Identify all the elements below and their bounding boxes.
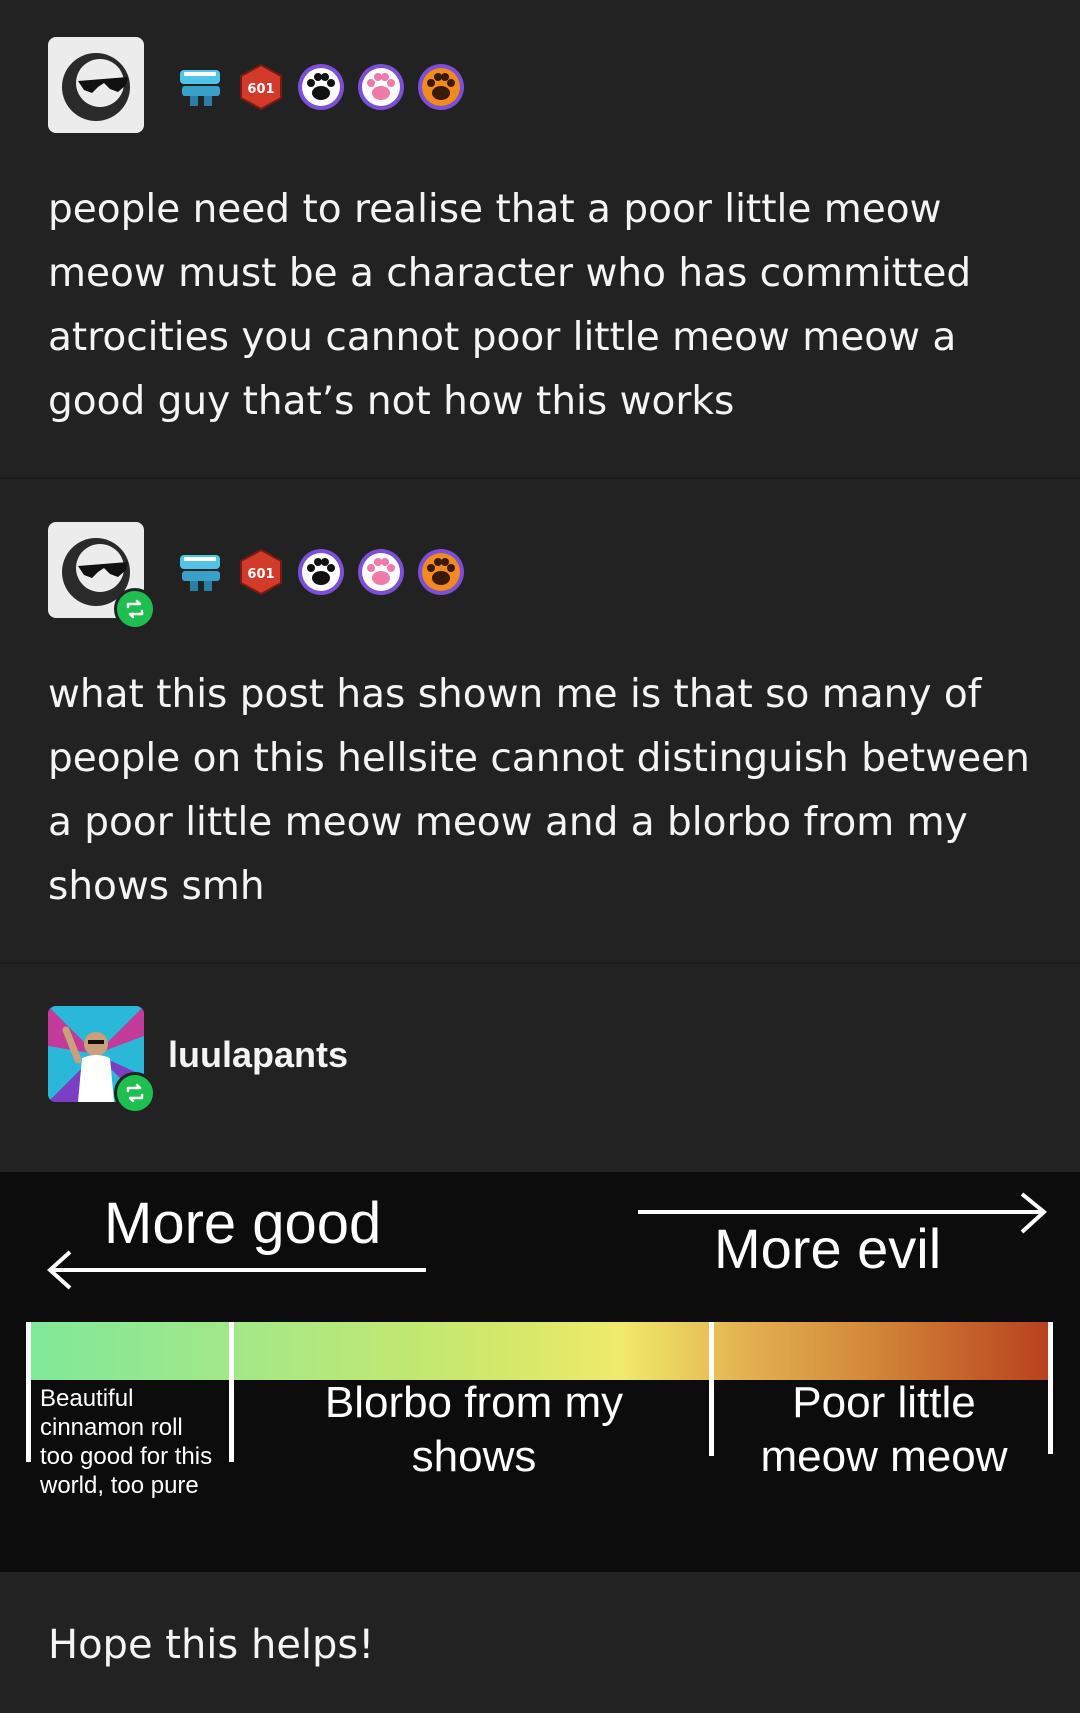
cinnamon-roll-label: Beautiful cinnamon roll too good for thi… <box>40 1384 212 1500</box>
scale-tick <box>1048 1322 1053 1454</box>
label-line: Blorbo from my <box>324 1378 624 1427</box>
label-line: Poor little <box>792 1378 976 1427</box>
d20-number: 601 <box>247 567 274 582</box>
post-line: a poor little meow meow and a blorbo fro… <box>48 800 968 845</box>
post-1: 601 people need to realise that a poor l… <box>0 0 1080 477</box>
scale-tick <box>26 1322 31 1462</box>
more-evil-label: More evil <box>714 1217 942 1280</box>
post-line: shows smh <box>48 864 265 909</box>
label-line: world, too pure <box>40 1472 199 1499</box>
post-line: atrocities you cannot poor little meow m… <box>48 315 957 360</box>
post-line: what this post has shown me is that so m… <box>48 672 982 717</box>
reblog-icon <box>114 588 156 630</box>
post-body: people need to realise that a poor littl… <box>48 178 1038 434</box>
label-line: too good for this <box>40 1443 213 1470</box>
scale-tick <box>229 1322 234 1462</box>
label-line: meow meow <box>760 1432 1008 1481</box>
d20-dice-badge-icon[interactable]: 601 <box>236 62 286 112</box>
reblogger-username[interactable]: luulapants <box>168 1034 348 1076</box>
paw-badge-pink-icon[interactable] <box>356 547 406 597</box>
chattering-teeth-badge-icon[interactable] <box>176 547 226 597</box>
post-line: people need to realise that a poor littl… <box>48 187 942 232</box>
badge-row: 601 <box>176 547 466 597</box>
paw-badge-black-icon[interactable] <box>296 62 346 112</box>
good-evil-gradient-bar <box>28 1322 1050 1380</box>
scale-tick <box>709 1322 714 1456</box>
reblog-icon <box>114 1072 156 1114</box>
paw-badge-black-icon[interactable] <box>296 547 346 597</box>
user-avatar[interactable] <box>48 522 156 630</box>
paw-badge-pink-icon[interactable] <box>356 62 406 112</box>
user-avatar[interactable] <box>48 1006 156 1114</box>
blorbo-label: Blorbo from my shows <box>244 1376 704 1484</box>
label-line: shows <box>411 1432 537 1481</box>
post-2: 601 what this post has shown me is that … <box>0 479 1080 962</box>
poor-little-meow-meow-label: Poor little meow meow <box>724 1376 1044 1484</box>
badge-row: 601 <box>176 62 466 112</box>
left-arrow-icon <box>47 1250 426 1290</box>
d20-dice-badge-icon[interactable]: 601 <box>236 547 286 597</box>
label-line: cinnamon roll <box>40 1414 183 1441</box>
user-avatar[interactable] <box>48 37 144 133</box>
chattering-teeth-badge-icon[interactable] <box>176 62 226 112</box>
post-line: people on this hellsite cannot distingui… <box>48 736 1030 781</box>
post-line: good guy that’s not how this works <box>48 379 735 424</box>
paw-badge-orange-icon[interactable] <box>416 547 466 597</box>
post-body: what this post has shown me is that so m… <box>48 663 1038 919</box>
post-line: meow must be a character who has committ… <box>48 251 972 296</box>
paw-badge-orange-icon[interactable] <box>416 62 466 112</box>
d20-number: 601 <box>247 82 274 97</box>
more-good-label: More good <box>104 1191 382 1256</box>
label-line: Beautiful <box>40 1385 134 1412</box>
sunglasses-avatar-icon <box>62 53 130 121</box>
reblog-caption: Hope this helps! <box>48 1622 375 1668</box>
